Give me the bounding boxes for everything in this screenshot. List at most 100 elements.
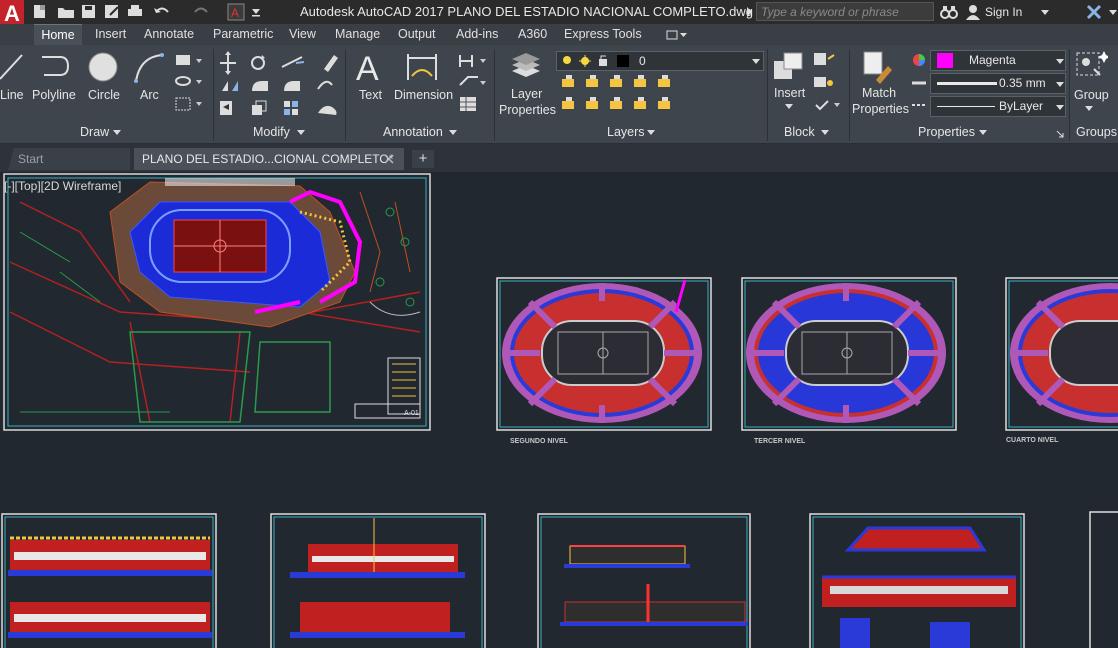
layer-dropdown[interactable]: 0 [556,51,764,71]
close-icon[interactable] [384,154,394,164]
search-input[interactable]: Type a keyword or phrase [756,2,934,21]
annotation-panel-title[interactable]: Annotation [383,125,443,139]
ribbon-minimize-icon[interactable] [665,29,689,41]
chevron-down-icon[interactable] [1084,105,1094,113]
dimension-button[interactable]: Dimension [394,88,453,102]
redo-icon[interactable] [194,7,208,13]
circle-button[interactable]: Circle [88,88,120,102]
lineweight-value: 0.35 mm [999,76,1046,90]
block-panel-title[interactable]: Block [784,125,815,139]
tab-output[interactable]: Output [398,27,436,41]
insert-button[interactable]: Insert [774,86,805,100]
chevron-down-icon[interactable] [1055,81,1065,89]
annotation-small-tools[interactable] [456,51,490,115]
arc-button[interactable]: Arc [140,88,159,102]
tab-manage[interactable]: Manage [335,27,380,41]
chevron-down-icon[interactable] [296,129,306,137]
third-level-sheet [741,277,957,431]
binoculars-icon[interactable] [940,4,958,20]
dimension-tool-icon[interactable] [404,50,440,86]
layers-panel-title[interactable]: Layers [607,125,645,139]
ribbon-tab-bar: Home Insert Annotate Parametric View Man… [0,24,1118,46]
lineweight-dropdown[interactable]: 0.35 mm [930,73,1066,94]
open-file-icon[interactable] [58,8,74,18]
tab-home[interactable]: Home [34,24,82,46]
tab-insert[interactable]: Insert [95,27,126,41]
group-button[interactable]: Group [1074,88,1109,102]
color-swatch [937,53,953,68]
fourth-level-sheet [1005,277,1118,431]
groups-panel-title[interactable]: Groups [1076,125,1117,139]
model-space-canvas[interactable]: A-01 SEGUNDO NIVEL TERCER NIVEL CUARTO N… [0,172,1118,648]
chevron-down-icon[interactable] [978,129,988,137]
user-icon [966,5,980,20]
properties-panel-title[interactable]: Properties [918,125,975,139]
drawing-tab[interactable]: PLANO DEL ESTADIO...CIONAL COMPLETO* [134,148,404,170]
chevron-down-icon[interactable] [784,103,794,111]
chevron-down-icon[interactable] [1055,104,1065,112]
match-properties-button-line2[interactable]: Properties [852,102,909,116]
line-tool-icon[interactable] [0,51,24,85]
circle-tool-icon[interactable] [86,51,120,85]
arc-tool-icon[interactable] [132,51,166,85]
layer-properties-button-line2[interactable]: Properties [499,103,556,117]
linetype-dropdown[interactable]: ByLayer [930,96,1066,117]
text-button[interactable]: Text [359,88,382,102]
modify-panel-title[interactable]: Modify [253,125,290,139]
block-small-tools[interactable] [812,51,846,117]
layer-properties-button[interactable]: Layer [511,87,542,101]
svg-text:A: A [231,6,239,20]
chevron-down-icon[interactable] [1055,58,1065,66]
undo-icon[interactable] [154,7,169,13]
start-tab[interactable]: Start [8,148,130,170]
draw-panel-title[interactable]: Draw [80,125,109,139]
linetype-value: ByLayer [999,99,1044,113]
match-properties-button[interactable]: Match [862,86,896,100]
match-properties-icon[interactable] [862,50,894,84]
group-tool-icon[interactable] [1074,49,1108,85]
viewport-controls[interactable]: [-][Top][2D Wireframe] [4,179,121,193]
window-title: Autodesk AutoCAD 2017 PLANO DEL ESTADIO … [300,4,754,19]
svg-text:A: A [356,50,379,86]
color-dropdown[interactable]: Magenta [930,50,1066,71]
layer-tools-icons[interactable] [560,75,680,119]
workspace-icon[interactable]: A [227,3,245,21]
save-as-icon[interactable] [105,5,119,18]
exchange-apps-icon[interactable] [1086,4,1102,20]
line-button[interactable]: Line [0,88,24,102]
property-icons [912,54,926,106]
tab-a360[interactable]: A360 [518,27,547,41]
tab-addins[interactable]: Add-ins [456,27,498,41]
sign-in-button[interactable]: Sign In [985,5,1022,19]
tab-express-tools[interactable]: Express Tools [564,27,642,41]
plot-icon[interactable] [128,5,142,16]
chevron-down-icon[interactable] [751,58,761,66]
insert-block-icon[interactable] [772,51,804,83]
chevron-down-icon[interactable] [112,129,122,137]
tab-annotate[interactable]: Annotate [144,27,194,41]
drawing-tab-label: PLANO DEL ESTADIO...CIONAL COMPLETO* [142,152,394,166]
new-file-icon[interactable] [34,5,45,18]
new-tab-button[interactable]: + [412,150,434,168]
polyline-tool-icon[interactable] [38,51,74,85]
chevron-right-icon[interactable] [744,5,754,19]
qat-dropdown-icon[interactable] [252,9,260,17]
tab-view[interactable]: View [289,27,316,41]
polyline-button[interactable]: Polyline [32,88,76,102]
tab-parametric[interactable]: Parametric [213,27,273,41]
ribbon-panel-area: Line Polyline Circle Arc Draw Modify A T… [0,45,1118,144]
lineweight-sample [937,82,997,85]
help-icon[interactable] [1108,4,1118,20]
save-icon[interactable] [82,5,95,18]
chevron-down-icon[interactable] [1040,5,1050,19]
chevron-down-icon[interactable] [448,129,458,137]
modify-tools[interactable] [218,49,342,121]
dialog-launcher-icon[interactable] [1056,130,1064,138]
chevron-down-icon[interactable] [646,129,656,137]
chevron-down-icon[interactable] [820,129,830,137]
text-tool-icon[interactable]: A [354,50,384,86]
draw-small-tools[interactable] [172,51,208,117]
layer-properties-icon[interactable] [510,51,540,85]
site-plan-sheet: A-01 [3,173,431,431]
elevation-sheet-2 [270,513,486,648]
